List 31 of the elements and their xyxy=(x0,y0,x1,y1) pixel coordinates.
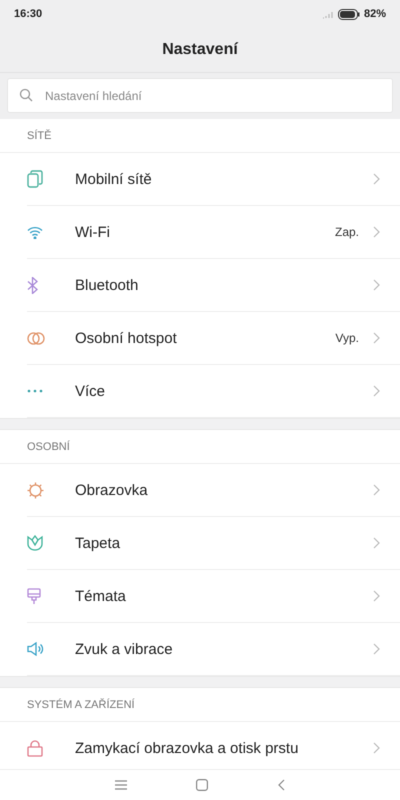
chevron-icon xyxy=(373,590,380,602)
home-icon[interactable] xyxy=(196,779,208,791)
menu-icon[interactable] xyxy=(114,780,127,790)
back-icon[interactable] xyxy=(278,779,286,791)
settings-item[interactable]: Osobní hotspot Vyp. xyxy=(27,312,400,365)
section-header: SÍTĚ xyxy=(27,130,52,142)
battery-percent: 82% xyxy=(364,8,386,20)
chevron-icon xyxy=(373,742,380,754)
settings-item[interactable]: Tapeta xyxy=(27,517,400,570)
item-value: Vyp. xyxy=(335,331,359,345)
chevron-icon xyxy=(373,226,380,238)
settings-item[interactable]: Mobilní sítě xyxy=(27,153,400,206)
battery-icon xyxy=(338,8,360,20)
status-time: 16:30 xyxy=(14,8,42,20)
search-field[interactable]: Nastavení hledání xyxy=(7,78,393,113)
chevron-icon xyxy=(373,537,380,549)
settings-item[interactable]: Bluetooth xyxy=(27,259,400,312)
chevron-icon xyxy=(373,173,380,185)
chevron-icon xyxy=(373,484,380,496)
chevron-icon xyxy=(373,385,380,397)
settings-item[interactable]: Témata xyxy=(27,570,400,623)
section-header: OSOBNÍ xyxy=(27,440,70,452)
item-value: Zap. xyxy=(334,225,359,239)
section-header: SYSTÉM A ZAŘÍZENÍ xyxy=(27,698,135,710)
signal-icon xyxy=(322,10,334,18)
chevron-icon xyxy=(373,332,380,344)
chevron-icon xyxy=(373,279,380,291)
screen-title: Nastavení xyxy=(162,41,238,59)
settings-item[interactable]: Wi-Fi Zap. xyxy=(27,206,400,259)
settings-item[interactable]: Obrazovka xyxy=(27,464,400,517)
chevron-icon xyxy=(373,643,380,655)
